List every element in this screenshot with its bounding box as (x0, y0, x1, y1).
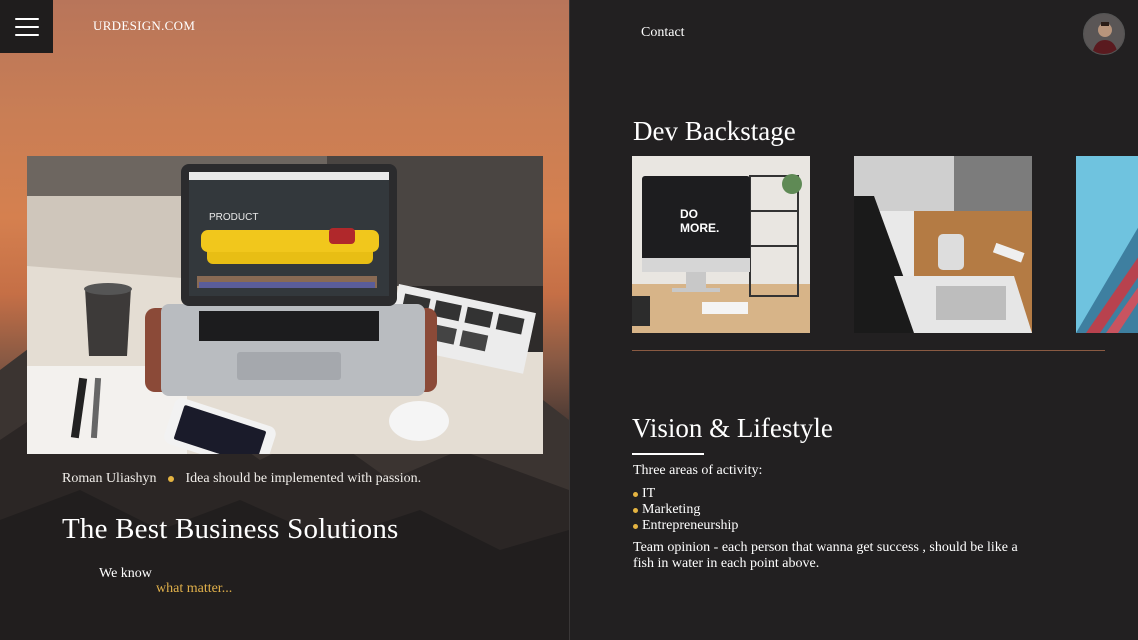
area-label: IT (642, 486, 656, 501)
menu-line (14, 33, 39, 36)
laptop-screen-heading: PRODUCT (209, 212, 258, 223)
team-opinion-text: Team opinion - each person that wanna ge… (633, 540, 1018, 571)
vision-title: Vision & Lifestyle (632, 413, 833, 443)
list-item: IT (633, 486, 738, 502)
we-know-text: We know (99, 566, 152, 581)
bullet-icon (633, 507, 638, 513)
menu-line (14, 25, 39, 28)
areas-label: Three areas of activity: (633, 463, 763, 478)
hero-laptop-image: PRODUCT (27, 156, 543, 454)
author-name: Roman Uliashyn (62, 471, 157, 486)
backstage-thumb-laptop[interactable] (854, 156, 1032, 333)
backstage-thumb-imac[interactable]: DO MORE. (632, 156, 810, 333)
site-logo[interactable]: URDESIGN.COM (93, 18, 195, 34)
contact-link[interactable]: Contact (641, 25, 685, 41)
what-matter-link[interactable]: what matter... (156, 581, 232, 597)
area-label: Entrepreneurship (642, 518, 739, 533)
dev-backstage-title: Dev Backstage (633, 116, 796, 146)
avatar[interactable] (1083, 13, 1125, 55)
bullet-icon (633, 491, 638, 497)
hero-tagline: Idea should be implemented with passion. (185, 471, 422, 486)
area-label: Marketing (642, 502, 701, 517)
section-divider (632, 350, 1105, 351)
hero-caption: Roman Uliashyn Idea should be implemente… (62, 471, 421, 487)
menu-line (14, 17, 39, 20)
separator-dot-icon (167, 476, 174, 482)
backstage-thumb-building[interactable] (1076, 156, 1138, 333)
hero-section: URDESIGN.COM PRODUCT Roman Uliashyn Idea… (0, 0, 569, 640)
title-underline (632, 453, 704, 455)
areas-list: IT Marketing Entrepreneurship (633, 486, 738, 534)
bullet-icon (633, 523, 638, 529)
list-item: Entrepreneurship (633, 518, 738, 534)
imac-do-text: DO (680, 207, 698, 221)
imac-more-text: MORE. (680, 221, 719, 235)
hero-title: The Best Business Solutions (62, 513, 399, 545)
list-item: Marketing (633, 502, 738, 518)
content-panel: Contact Dev Backstage DO MORE. Vision & … (569, 0, 1138, 640)
hamburger-menu-button[interactable] (0, 0, 53, 53)
